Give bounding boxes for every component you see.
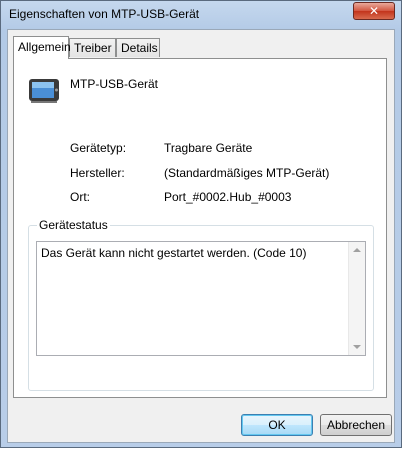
window-title: Eigenschaften von MTP-USB-Gerät <box>9 7 200 21</box>
cancel-button[interactable]: Abbrechen <box>320 414 392 436</box>
tab-treiber[interactable]: Treiber <box>69 38 116 57</box>
portable-device-icon <box>29 79 59 103</box>
device-status-textbox[interactable]: Das Gerät kann nicht gestartet werden. (… <box>36 241 366 356</box>
device-name: MTP-USB-Gerät <box>70 77 159 91</box>
scroll-down-icon[interactable] <box>353 345 361 349</box>
properties-window: Eigenschaften von MTP-USB-Gerät ✕ Allgem… <box>0 0 402 448</box>
device-status-title: Gerätestatus <box>37 218 110 232</box>
close-icon: ✕ <box>368 4 380 18</box>
device-status-group: Gerätestatus Das Gerät kann nicht gestar… <box>28 218 374 391</box>
tab-panel-allgemein: MTP-USB-Gerät Gerätetyp: Tragbare Geräte… <box>13 58 387 398</box>
location-value: Port_#0002.Hub_#0003 <box>164 190 292 204</box>
manufacturer-value: (Standardmäßiges MTP-Gerät) <box>164 166 330 180</box>
title-bar[interactable]: Eigenschaften von MTP-USB-Gerät ✕ <box>1 1 401 27</box>
scroll-up-icon[interactable] <box>353 248 361 252</box>
ok-button[interactable]: OK <box>241 414 313 436</box>
manufacturer-label: Hersteller: <box>70 166 125 180</box>
close-button[interactable]: ✕ <box>353 2 395 20</box>
device-type-label: Gerätetyp: <box>70 141 127 155</box>
device-status-text: Das Gerät kann nicht gestartet werden. (… <box>41 246 307 260</box>
device-type-value: Tragbare Geräte <box>164 141 253 155</box>
status-scrollbar[interactable] <box>348 242 365 355</box>
location-label: Ort: <box>70 190 90 204</box>
tab-allgemein[interactable]: Allgemein <box>13 36 71 59</box>
tab-details[interactable]: Details <box>116 38 160 57</box>
dialog-client: Allgemein Treiber Details MTP-USB-Gerät … <box>7 29 395 443</box>
